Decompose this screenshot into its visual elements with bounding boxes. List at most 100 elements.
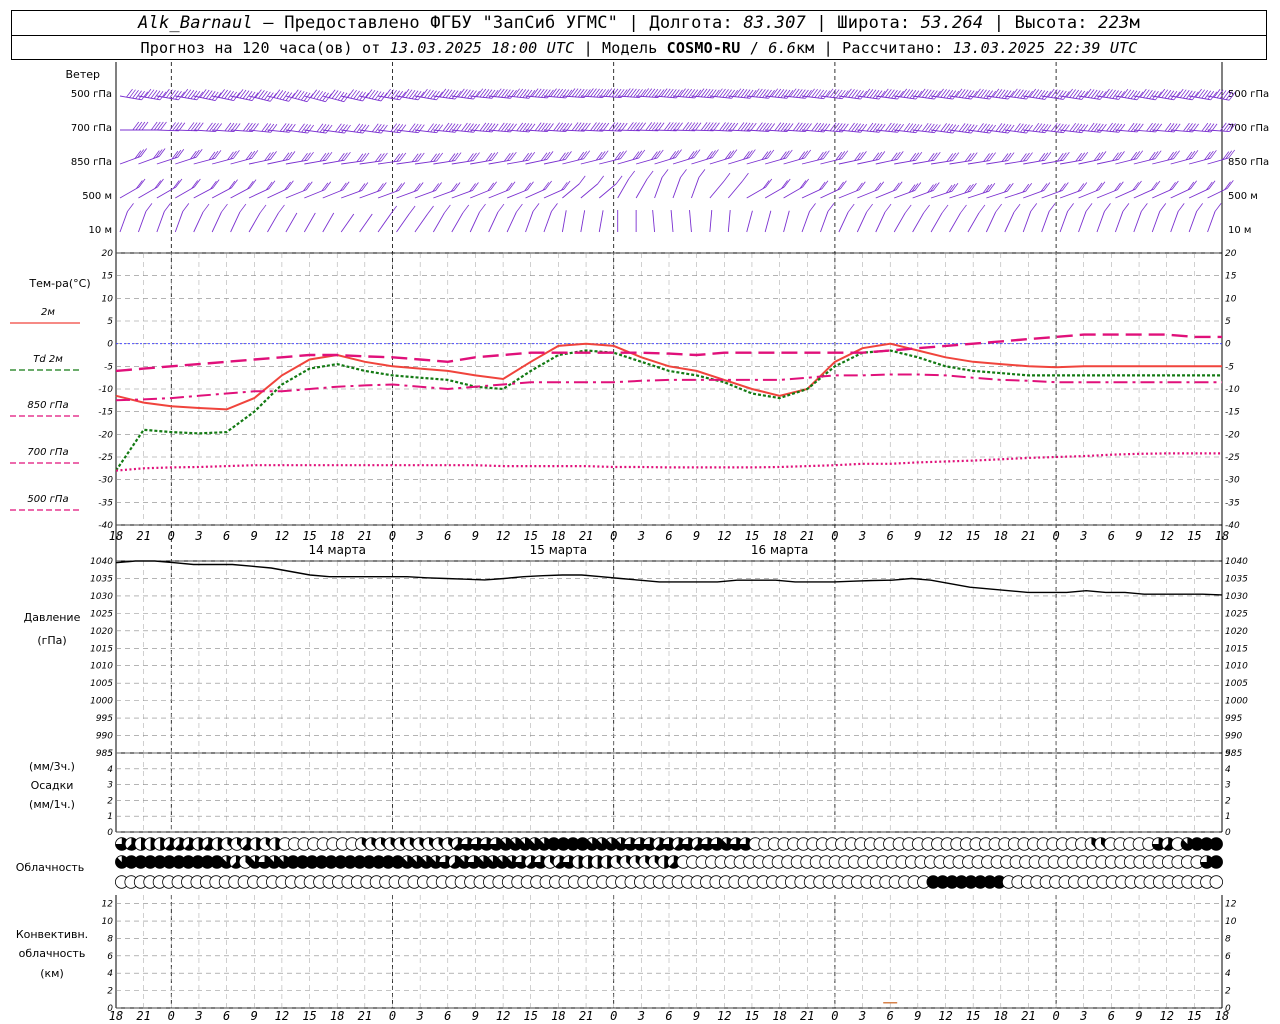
wind-barb-feather [680,169,687,178]
conv-xtick: 18 [1215,1009,1229,1023]
wind-barb [783,178,809,199]
wind-barb-feather [949,152,957,162]
temp-xtick: 3 [1079,529,1087,543]
wind-barb-feather [184,89,192,98]
wind-barb-shaft [1078,211,1087,233]
wind-barb [1004,203,1021,233]
wind-barb [985,203,1002,233]
conv-ytick-right: 12 [1225,900,1237,910]
wind-barb [1170,203,1185,233]
wind-barb-feather [906,123,914,132]
cloud-fill [1209,837,1223,851]
wind-barb-shaft [248,212,261,233]
wind-barb-feather [279,90,287,100]
wind-barb [340,213,355,233]
wind-barb-shaft [1133,188,1155,199]
wind-barb-feather [1041,90,1049,100]
wind-barb-feather [648,88,656,98]
wind-barb-feather [1007,90,1015,100]
wind-barb-feather [946,123,954,133]
wind-barb-feather [430,90,437,99]
wind-barb-feather [1054,123,1061,132]
temp-ytick: -20 [98,430,113,440]
wind-barb-shaft [156,156,178,165]
wind-barb-feather [740,122,748,131]
wind-barb [396,205,416,233]
wind-barb [875,203,892,233]
wind-barb-shaft [857,189,878,199]
wind-barb-feather [411,90,419,99]
wind-barb-feather [1038,90,1046,99]
wind-barb-shaft [949,212,961,233]
wind-barb-shaft [488,189,510,199]
wind-barb-shaft [1189,157,1211,165]
wind-barb-shaft [856,211,868,233]
wind-barb-feather [1053,89,1061,99]
wind-barb-feather [316,123,324,133]
wind-barb-feather [774,88,782,98]
wind-barb-feather [325,124,333,134]
wind-barb [193,203,210,233]
precip-ytick: 5 [107,749,113,759]
wind-barb-feather [476,88,484,97]
wind-barb-feather [615,175,623,185]
wind-barb [893,204,912,233]
pressure-ytick-right: 1015 [1225,644,1248,654]
wind-barb-feather [961,123,969,133]
wind-barb-feather [150,121,158,131]
wind-barb-feather [532,203,540,212]
wind-barb-feather [995,203,1002,213]
temp-ytick: 20 [102,249,114,259]
wind-barb-feather [335,123,342,133]
wind-barb-feather [537,122,545,132]
wind-barb-feather [553,122,560,131]
wind-level-label-right: 700 гПа [1228,123,1269,134]
temp-xtick: 9 [251,529,258,543]
temp-xtick: 18 [1215,529,1229,543]
wind-barb-feather [759,122,766,132]
wind-barb-feather [221,89,228,99]
wind-barb-shaft [599,158,621,165]
wind-barb-shaft [543,188,565,199]
wind-barb-feather [224,90,231,99]
wind-barb-feather [645,122,653,131]
wind-barb-feather [144,88,152,98]
wind-barb-feather [792,122,800,131]
wind-barb-feather [1219,90,1227,99]
wind-barb-feather [943,123,951,133]
wind-barb-feather [1004,90,1012,99]
wind-barb [709,210,713,233]
temp-xtick: 6 [665,529,672,543]
wind-barb-feather [698,169,706,178]
wind-barb-feather [427,89,434,99]
wind-barb-feather [157,178,164,188]
wind-barb-feather [894,90,901,99]
wind-barb [912,151,941,165]
wind-barb-feather [421,88,428,98]
wind-barb-feather [1146,89,1153,99]
temp-ytick-right: -30 [1225,476,1240,486]
wind-barb-feather [657,122,665,132]
wind-barb-feather [940,123,947,132]
wind-barb-feather [132,89,139,99]
wind-barb-feather [497,203,505,213]
pressure-ytick: 990 [96,732,113,742]
wind-barb-feather [970,152,978,161]
wind-barb-feather [923,204,930,214]
wind-barb-feather [396,91,404,100]
wind-barb-feather [436,91,443,101]
wind-barb-feather [940,89,947,98]
wind-barb-feather [888,123,895,132]
wind-barb-shaft [1152,158,1174,165]
wind-barb [580,175,605,199]
wind-barb-feather [159,91,167,101]
wind-barb-shaft [1022,211,1032,233]
wind-barb-shaft [1041,159,1064,165]
conv-xtick: 21 [800,1009,814,1023]
wind-barb-feather [781,180,788,189]
cloud-title: Облачность [16,861,85,874]
pressure-ytick: 1035 [90,574,113,584]
wind-barb-feather [952,124,960,134]
temp-xtick: 6 [1108,529,1115,543]
wind-barb-feather [1078,152,1086,161]
